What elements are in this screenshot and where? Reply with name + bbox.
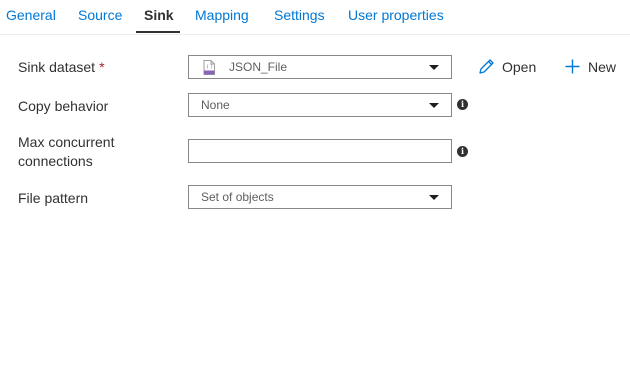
sink-dataset-value: JSON_File [229,60,288,74]
tab-settings[interactable]: Settings [274,7,325,23]
pencil-icon [479,59,494,74]
copy-behavior-value: None [201,98,230,112]
copy-behavior-label: Copy behavior [18,98,109,114]
required-marker: * [99,59,105,75]
tab-source[interactable]: Source [78,7,122,23]
tab-user-properties[interactable]: User properties [348,7,444,23]
open-label: Open [502,59,537,75]
info-icon[interactable]: i [457,99,468,110]
file-pattern-dropdown[interactable]: Set of objects [188,185,452,209]
max-concurrent-label-line2: connections [18,153,93,169]
sink-dataset-label-text: Sink dataset [18,59,96,75]
sink-dataset-label: Sink dataset * [18,58,105,77]
sink-dataset-dropdown[interactable]: { } JSON_File [188,55,452,79]
info-icon[interactable]: i [457,146,468,157]
file-pattern-value: Set of objects [201,190,274,204]
copy-behavior-dropdown[interactable]: None [188,93,452,117]
new-button[interactable]: New [564,57,620,77]
tab-bar: General Source Sink Mapping Settings Use… [0,0,630,35]
file-pattern-label: File pattern [18,190,89,206]
max-concurrent-input[interactable] [188,139,452,163]
chevron-down-icon [429,103,439,108]
open-button[interactable]: Open [478,57,538,77]
tab-mapping[interactable]: Mapping [195,7,249,23]
json-file-icon: { } [203,60,215,75]
chevron-down-icon [429,195,439,200]
tab-general[interactable]: General [6,7,56,23]
max-concurrent-label-line1: Max concurrent [18,134,115,150]
tab-sink[interactable]: Sink [144,7,174,23]
svg-text:{ }: { } [206,64,213,70]
chevron-down-icon [429,65,439,70]
new-label: New [588,59,617,75]
active-tab-indicator [136,31,180,33]
max-concurrent-label: Max concurrent connections [18,133,114,171]
plus-icon [565,59,580,74]
